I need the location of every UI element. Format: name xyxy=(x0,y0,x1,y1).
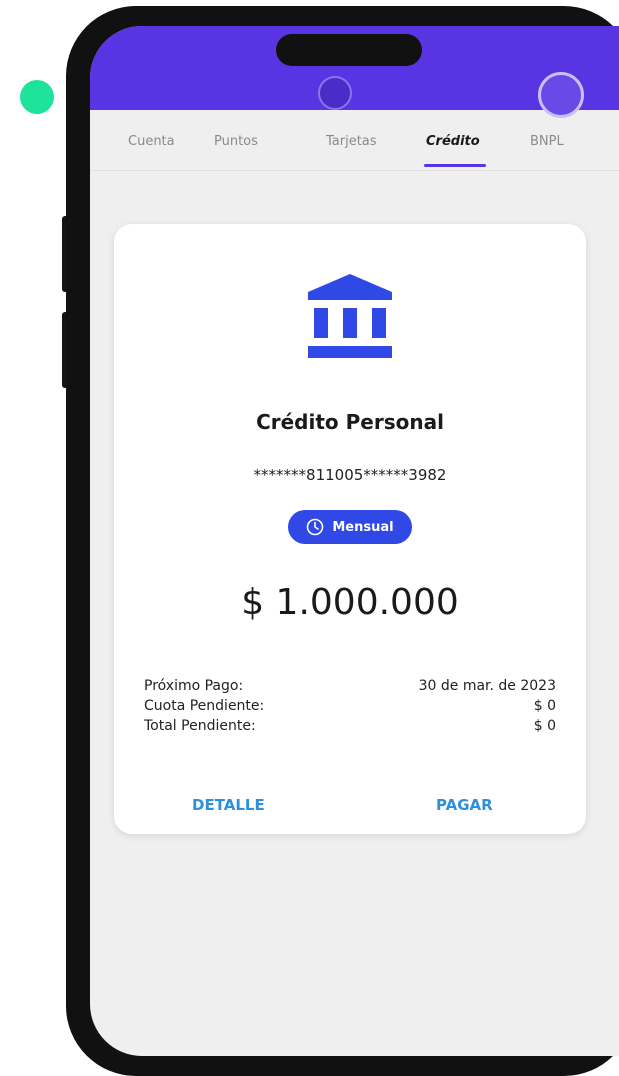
frequency-badge: Mensual xyxy=(288,510,412,544)
clock-icon xyxy=(307,518,324,536)
active-tab-indicator xyxy=(424,164,486,167)
phone-screen: Cuenta Puntos Tarjetas Crédito BNPL Créd… xyxy=(90,26,619,1056)
credit-amount: $ 1.000.000 xyxy=(241,582,459,623)
detail-button[interactable]: DETALLE xyxy=(192,796,265,814)
detail-row: Total Pendiente: $ 0 xyxy=(144,716,556,736)
phone-notch xyxy=(276,34,422,66)
tab-cuenta[interactable]: Cuenta xyxy=(128,134,175,149)
pay-button[interactable]: PAGAR xyxy=(436,796,493,814)
credit-details: Próximo Pago: 30 de mar. de 2023 Cuota P… xyxy=(144,676,556,736)
total-pending-value: $ 0 xyxy=(533,718,556,734)
next-payment-label: Próximo Pago: xyxy=(144,678,244,694)
tab-bnpl[interactable]: BNPL xyxy=(530,134,564,149)
tab-credito[interactable]: Crédito xyxy=(426,134,480,149)
tab-bar: Cuenta Puntos Tarjetas Crédito BNPL xyxy=(90,110,619,171)
header-globe-icon[interactable] xyxy=(318,76,352,110)
next-payment-value: 30 de mar. de 2023 xyxy=(418,678,556,694)
pending-installment-label: Cuota Pendiente: xyxy=(144,698,265,714)
credit-card-panel: Crédito Personal *******811005******3982… xyxy=(114,224,586,834)
detail-row: Próximo Pago: 30 de mar. de 2023 xyxy=(144,676,556,696)
decorative-dot xyxy=(20,80,54,114)
header-faded-label xyxy=(420,70,424,83)
account-number: *******811005******3982 xyxy=(253,466,447,484)
frequency-label: Mensual xyxy=(332,519,394,535)
tab-puntos[interactable]: Puntos xyxy=(214,134,258,149)
total-pending-label: Total Pendiente: xyxy=(144,718,256,734)
credit-title: Crédito Personal xyxy=(256,410,444,434)
pending-installment-value: $ 0 xyxy=(533,698,556,714)
detail-row: Cuota Pendiente: $ 0 xyxy=(144,696,556,716)
tab-tarjetas[interactable]: Tarjetas xyxy=(326,134,377,149)
phone-frame: Cuenta Puntos Tarjetas Crédito BNPL Créd… xyxy=(66,6,619,1076)
bank-icon xyxy=(308,274,392,358)
